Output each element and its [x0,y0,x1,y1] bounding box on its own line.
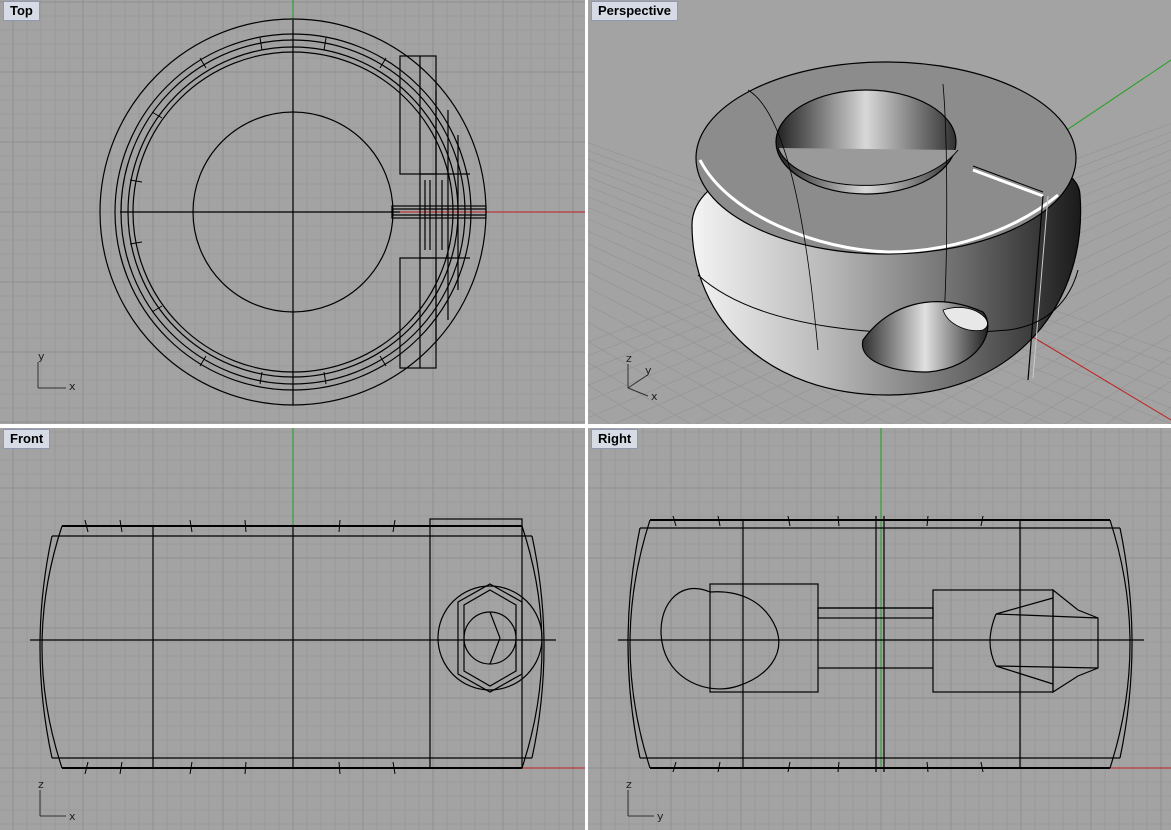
axis-label-y: y [645,364,652,377]
axis-gizmo: z y x [626,352,658,403]
viewport-front[interactable]: z x Front [0,428,585,830]
axis-label-z: z [626,352,632,365]
top-view-canvas[interactable]: y x [0,0,585,424]
axis-label-x: x [651,390,658,403]
front-view-canvas[interactable]: z x [0,428,585,830]
viewport-title-right[interactable]: Right [591,429,639,449]
axis-gizmo: z y [626,778,664,823]
axis-label-z: z [626,778,632,791]
perspective-view-canvas[interactable]: z y x [588,0,1171,424]
clamp-wireframe-front [30,518,556,775]
viewport-title-front[interactable]: Front [3,429,51,449]
viewport-right[interactable]: z y Right [588,428,1171,830]
viewport-title-perspective[interactable]: Perspective [591,1,678,21]
viewport-perspective[interactable]: z y x Perspective [588,0,1171,424]
clamp-shaded-model [691,61,1082,396]
viewport-title-top[interactable]: Top [3,1,40,21]
grid [588,428,1171,830]
viewport-top[interactable]: y x Top [0,0,585,424]
axis-label-z: z [38,778,44,791]
axis-label-y: y [657,810,664,823]
axis-gizmo: z x [38,778,76,823]
axis-label-x: x [69,380,76,393]
axis-gizmo: y x [37,350,76,393]
axis-label-x: x [69,810,76,823]
right-view-canvas[interactable]: z y [588,428,1171,830]
axis-label-y: y [38,350,45,363]
